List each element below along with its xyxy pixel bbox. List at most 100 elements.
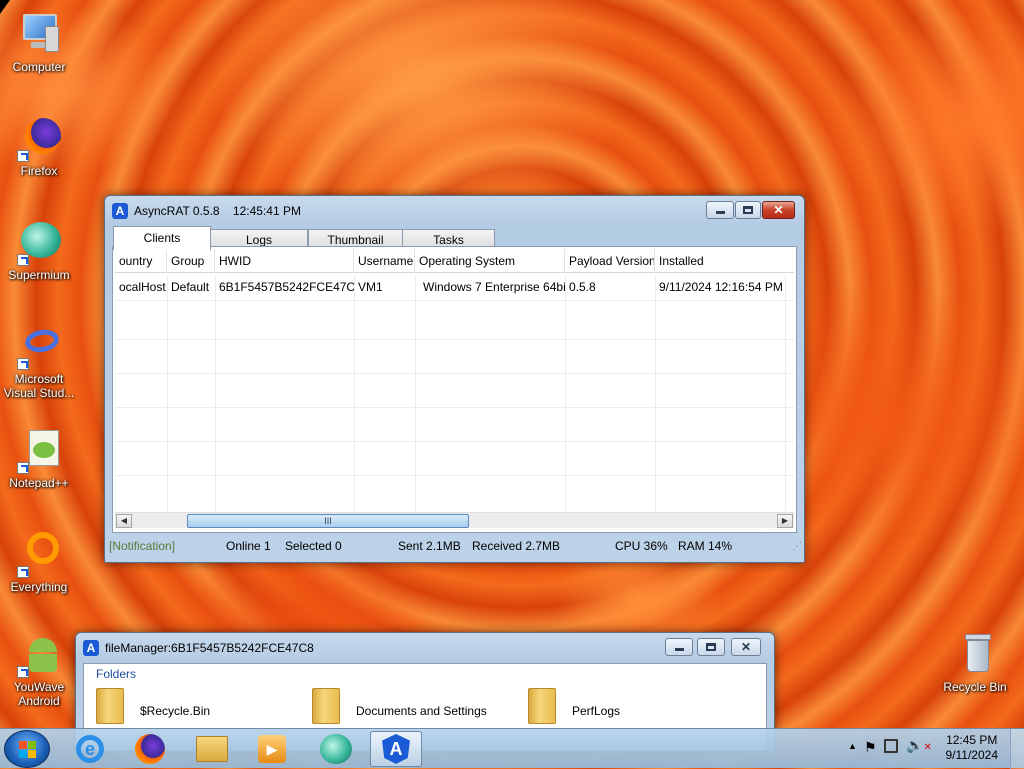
column-header-os[interactable]: Operating System: [415, 248, 565, 273]
asyncrat-window[interactable]: A AsyncRAT 0.5.8 12:45:41 PM ✕ Clients L…: [104, 195, 805, 563]
folder-item[interactable]: $Recycle.Bin: [96, 688, 296, 728]
taskbar-file-explorer[interactable]: [186, 731, 238, 767]
grid-line: [115, 475, 794, 476]
column-header-installed[interactable]: Installed: [655, 249, 785, 273]
asyncrat-icon: A: [83, 640, 99, 656]
close-button[interactable]: ✕: [762, 201, 795, 219]
close-button[interactable]: ✕: [731, 638, 761, 656]
window-titlebar[interactable]: A fileManager:6B1F5457B5242FCE47C8 ✕: [83, 633, 767, 663]
column-header-payload-version[interactable]: Payload Version: [565, 248, 655, 273]
shortcut-arrow-icon: [17, 462, 29, 474]
clock-date: 9/11/2024: [945, 748, 999, 762]
minimize-button[interactable]: [665, 638, 693, 656]
horizontal-scrollbar[interactable]: ◀ III ▶: [115, 512, 794, 528]
desktop-icon-firefox[interactable]: Firefox: [0, 114, 78, 178]
desktop-icon-computer[interactable]: Computer: [0, 10, 78, 74]
folder-label: Documents and Settings: [356, 704, 487, 718]
network-icon[interactable]: [884, 739, 898, 753]
shortcut-arrow-icon: [17, 666, 29, 678]
grid-line: [115, 407, 794, 408]
show-hidden-icons-icon[interactable]: ▲: [848, 741, 857, 751]
taskbar-internet-explorer[interactable]: e: [64, 731, 116, 767]
desktop-icon-everything[interactable]: Everything: [0, 530, 78, 594]
status-bar: [Notification] Online 1 Selected 0 Sent …: [105, 535, 804, 557]
desktop-icon-supermium[interactable]: Supermium: [0, 218, 78, 282]
scroll-thumb-grip: III: [324, 516, 332, 526]
window-title: AsyncRAT 0.5.8 12:45:41 PM: [134, 204, 301, 218]
scroll-thumb[interactable]: III: [187, 514, 469, 528]
maximize-icon: [743, 206, 753, 214]
taskbar-firefox[interactable]: [124, 731, 176, 767]
cell-payload-version: 0.5.8: [569, 279, 596, 294]
folder-item[interactable]: Documents and Settings: [312, 688, 512, 728]
desktop-icon-visual-studio[interactable]: Microsoft Visual Stud...: [0, 322, 78, 400]
clients-panel: ountry Group HWID Username Operating Sys…: [112, 246, 797, 533]
folder-icon: [312, 688, 340, 724]
show-desktop-button[interactable]: [1010, 729, 1024, 769]
column-header-hwid[interactable]: HWID: [215, 248, 354, 273]
section-label: Folders: [96, 667, 137, 681]
status-selected: Selected 0: [285, 539, 342, 553]
maximize-button[interactable]: [697, 638, 725, 656]
window-titlebar[interactable]: A AsyncRAT 0.5.8 12:45:41 PM ✕: [112, 196, 797, 226]
cell-os: Windows 7 Enterprise 64bit: [423, 279, 565, 294]
tab-label: Tasks: [433, 233, 464, 247]
grid-line: [115, 373, 794, 374]
column-header-country[interactable]: ountry: [115, 248, 167, 273]
desktop-icon-notepadpp[interactable]: Notepad++: [0, 426, 78, 490]
scroll-right-button[interactable]: ▶: [777, 514, 793, 528]
supermium-icon: [15, 218, 63, 266]
cell-country: ocalHost: [119, 279, 166, 294]
column-header-username[interactable]: Username: [354, 248, 415, 273]
windows-logo-icon: [19, 741, 37, 759]
taskbar-asyncrat[interactable]: A: [370, 731, 422, 767]
desktop-icon-label: Notepad++: [9, 476, 69, 490]
action-center-flag-icon[interactable]: ⚑: [864, 739, 877, 756]
notepadpp-icon: [15, 426, 63, 474]
supermium-icon: [320, 734, 352, 764]
shortcut-arrow-icon: [17, 566, 29, 578]
tab-strip: Clients Logs Thumbnail Tasks: [112, 226, 797, 250]
resize-grip-icon[interactable]: ⋰: [792, 541, 802, 552]
grid-line: [115, 339, 794, 340]
tab-label: Logs: [245, 233, 273, 247]
close-icon: ✕: [740, 640, 752, 654]
grid-line: [115, 441, 794, 442]
tab-label: Thumbnail: [327, 233, 384, 247]
internet-explorer-icon: e: [76, 735, 104, 763]
desktop-icon-label: YouWave Android: [13, 680, 65, 708]
status-received: Received 2.7MB: [472, 539, 561, 553]
status-notification[interactable]: [Notification]: [109, 539, 175, 553]
minimize-button[interactable]: [706, 201, 734, 219]
file-explorer-icon: [196, 736, 228, 762]
desktop-icon-label: Supermium: [8, 268, 70, 282]
tab-label: Clients: [143, 231, 181, 245]
desktop-icon-recycle-bin[interactable]: Recycle Bin: [936, 630, 1014, 694]
taskbar-clock[interactable]: 12:45 PM 9/11/2024: [946, 733, 999, 763]
volume-muted-icon[interactable]: 🔈✕: [906, 737, 932, 754]
folder-label: PerfLogs: [572, 704, 621, 718]
cell-group: Default: [171, 279, 210, 294]
desktop-icon-label: Firefox: [20, 164, 58, 178]
table-row[interactable]: ocalHost Default 6B1F5457B5242FCE47C8 VM…: [115, 273, 794, 301]
folder-item[interactable]: PerfLogs: [528, 688, 728, 728]
firefox-icon: [135, 734, 165, 764]
asyncrat-icon: A: [112, 203, 128, 219]
tab-clients[interactable]: Clients: [113, 226, 211, 250]
column-header-group[interactable]: Group: [167, 248, 215, 273]
taskbar-supermium[interactable]: [310, 731, 362, 767]
clients-listview[interactable]: ountry Group HWID Username Operating Sys…: [115, 248, 794, 511]
taskbar-media-player[interactable]: ▶: [246, 731, 298, 767]
shortcut-arrow-icon: [17, 358, 29, 370]
start-button[interactable]: [4, 730, 50, 768]
shortcut-arrow-icon: [17, 150, 29, 162]
folder-label: $Recycle.Bin: [140, 704, 211, 718]
status-sent: Sent 2.1MB: [398, 539, 461, 553]
scroll-left-button[interactable]: ◀: [116, 514, 132, 528]
android-icon: [15, 630, 63, 678]
desktop-icon-youwave[interactable]: YouWave Android: [0, 630, 78, 708]
close-icon: ✕: [773, 203, 784, 217]
window-title: fileManager:6B1F5457B5242FCE47C8: [105, 641, 314, 655]
asyncrat-icon: A: [382, 734, 410, 764]
maximize-button[interactable]: [735, 201, 761, 219]
